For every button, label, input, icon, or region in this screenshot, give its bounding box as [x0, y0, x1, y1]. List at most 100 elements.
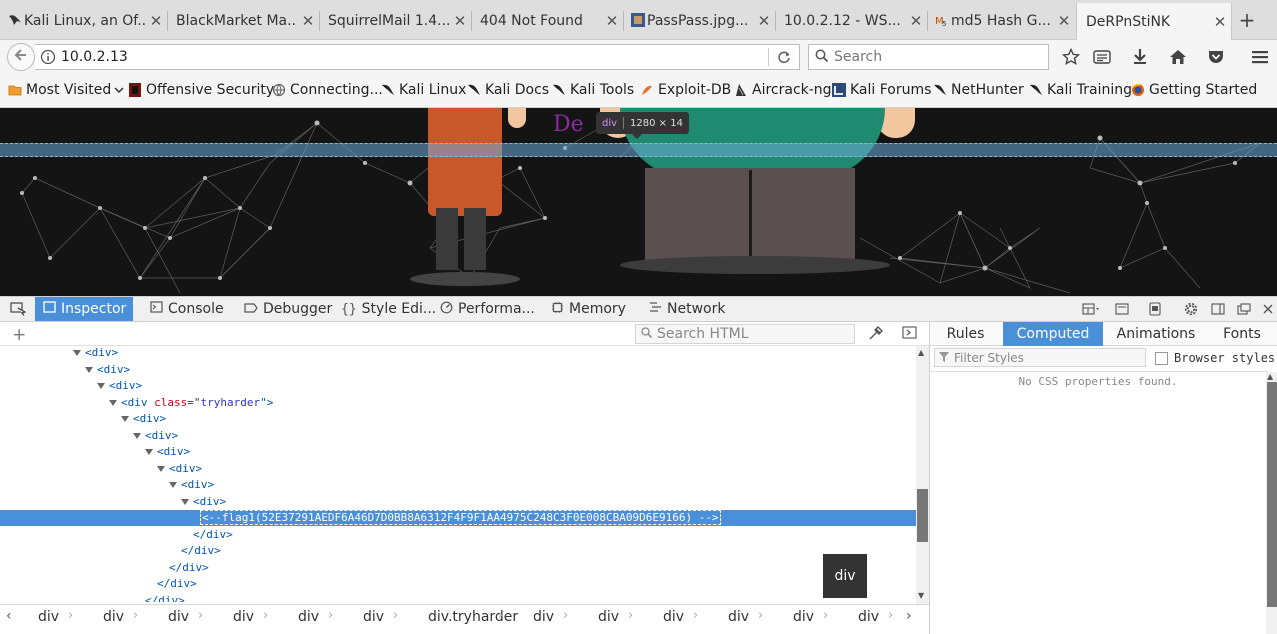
tab-debugger[interactable]: Debugger [244, 297, 332, 321]
scroll-up-icon[interactable]: ▲ [918, 348, 924, 357]
close-icon[interactable]: ✕ [753, 12, 775, 30]
tab-console[interactable]: Console [150, 297, 224, 321]
tab-fonts[interactable]: Fonts [1206, 322, 1277, 346]
breadcrumb-item[interactable]: div [858, 609, 879, 625]
bookmark-kali-docs[interactable]: Kali Docs [467, 82, 549, 98]
expand-toggle-icon[interactable] [97, 383, 105, 389]
tab-animations[interactable]: Animations [1106, 322, 1206, 346]
bookmark-offensive-security[interactable]: Offensive Security [128, 82, 274, 98]
close-devtools-icon[interactable] [1259, 297, 1277, 321]
close-icon[interactable]: ✕ [1209, 13, 1231, 31]
filter-styles-input[interactable]: Filter Styles [934, 348, 1146, 367]
scrollbar-thumb[interactable] [1267, 382, 1277, 607]
expand-toggle-icon[interactable] [145, 449, 153, 455]
tab-computed[interactable]: Computed [1003, 322, 1103, 346]
breadcrumb-item[interactable]: div [168, 609, 189, 625]
bookmark-getting-started[interactable]: Getting Started [1131, 82, 1257, 98]
expand-toggle-icon[interactable] [181, 498, 189, 505]
screenshot-icon[interactable] [1146, 297, 1164, 321]
responsive-icon[interactable] [1112, 297, 1132, 321]
undock-icon[interactable] [1235, 297, 1253, 321]
close-icon[interactable]: ✕ [601, 12, 623, 30]
breadcrumb-item[interactable]: div [598, 609, 619, 625]
tree-node[interactable]: </div> [157, 576, 197, 592]
bookmark-connecting[interactable]: Connecting... [272, 82, 383, 98]
bookmark-most-visited[interactable]: Most Visited [8, 82, 124, 98]
search-html-input[interactable]: Search HTML [635, 324, 855, 344]
pick-element-icon[interactable] [6, 297, 30, 321]
bookmark-aircrack[interactable]: Aircrack-ng [734, 82, 832, 98]
bookmark-nethunter[interactable]: NetHunter [933, 82, 1024, 98]
tab-network[interactable]: Network [649, 297, 725, 321]
tree-node[interactable]: <div> [157, 461, 202, 477]
bookmark-kali-forums[interactable]: Kali Forums [832, 82, 931, 98]
tree-node-selected[interactable]: <--flag1(52E37291AEDF6A46D7D0BB8A6312F4F… [0, 510, 916, 526]
settings-gear-icon[interactable] [1182, 297, 1200, 321]
info-icon[interactable] [35, 49, 61, 65]
tab-memory[interactable]: Memory [551, 297, 626, 321]
pocket-icon[interactable] [1204, 46, 1228, 68]
back-button[interactable] [7, 43, 35, 71]
scroll-down-icon[interactable]: ▼ [918, 591, 924, 600]
breadcrumb-item[interactable]: div.tryharder [428, 609, 518, 625]
sidebar-scrollbar[interactable]: ▲ [1266, 372, 1277, 634]
bookmark-kali-training[interactable]: Kali Training [1029, 82, 1132, 98]
dock-side-icon[interactable] [1209, 297, 1227, 321]
expand-toggle-icon[interactable] [133, 432, 141, 439]
close-icon[interactable]: ✕ [449, 12, 471, 30]
bookmark-exploit-db[interactable]: Exploit-DB [640, 82, 731, 98]
tree-node[interactable]: <div> [181, 494, 226, 510]
expand-toggle-icon[interactable] [73, 350, 81, 356]
close-icon[interactable]: ✕ [1053, 12, 1075, 30]
tab-inspector[interactable]: Inspector [35, 297, 133, 321]
new-tab-button[interactable]: + [1236, 8, 1258, 32]
expand-toggle-icon[interactable] [157, 465, 165, 472]
tree-node[interactable]: </div> [193, 527, 233, 543]
expand-toggle-icon[interactable] [109, 399, 117, 406]
breadcrumb-item[interactable]: div [233, 609, 254, 625]
reload-icon[interactable] [769, 50, 799, 64]
bookmark-kali-tools[interactable]: Kali Tools [552, 82, 634, 98]
breadcrumb-prev-icon[interactable]: ‹ [6, 608, 12, 624]
markup-scrollbar[interactable]: ▲ ▼ [916, 346, 929, 604]
breadcrumb-item[interactable]: div [363, 609, 384, 625]
scroll-up-icon[interactable]: ▲ [1267, 372, 1273, 381]
expand-toggle-icon[interactable] [169, 482, 177, 488]
tree-node[interactable]: <div> [145, 444, 190, 460]
home-icon[interactable] [1166, 46, 1190, 68]
tab-derpnstink[interactable]: DeRPnStiNK ✕ [1076, 3, 1232, 41]
tree-node[interactable]: <div> [97, 378, 142, 394]
tab-404[interactable]: 404 Not Found ✕ [471, 4, 623, 37]
tree-node[interactable]: <div> [73, 345, 118, 361]
tree-node[interactable]: <div class="tryharder"> [109, 395, 273, 411]
eyedropper-icon[interactable] [868, 326, 883, 345]
tab-performance[interactable]: Performa... [440, 297, 535, 321]
expand-toggle-icon[interactable] [85, 366, 93, 373]
tab-passpass[interactable]: PassPass.jpg... ✕ [623, 4, 775, 37]
tree-node[interactable]: <div> [133, 428, 178, 444]
search-field[interactable]: Search [808, 44, 1049, 70]
breadcrumb-item[interactable]: div [298, 609, 319, 625]
expand-toggle-icon[interactable] [121, 416, 129, 422]
frame-select-icon[interactable] [1080, 297, 1104, 321]
tree-node[interactable]: <div> [121, 411, 166, 427]
breadcrumb-item[interactable]: div [793, 609, 814, 625]
url-text[interactable]: 10.0.2.13 [61, 49, 768, 65]
url-bar[interactable]: 10.0.2.13 [35, 44, 800, 70]
tree-node[interactable]: <div> [85, 362, 130, 378]
browser-styles-checkbox[interactable] [1155, 351, 1168, 365]
add-node-icon[interactable]: + [12, 325, 26, 345]
breadcrumb-item[interactable]: div [38, 609, 59, 625]
reading-list-icon[interactable] [1090, 46, 1114, 68]
tab-wordpress[interactable]: 10.0.2.12 - WS... ✕ [775, 4, 927, 37]
breadcrumb-item[interactable]: div [533, 609, 554, 625]
breadcrumb-item[interactable]: div [103, 609, 124, 625]
menu-icon[interactable] [1248, 46, 1272, 68]
scrollbar-thumb[interactable] [917, 489, 928, 542]
breadcrumb-item[interactable]: div [663, 609, 684, 625]
tree-node[interactable]: </div> [145, 593, 185, 603]
tab-rules[interactable]: Rules [930, 322, 1001, 346]
bookmark-kali-linux[interactable]: Kali Linux [381, 82, 466, 98]
breadcrumb-item[interactable]: div [728, 609, 749, 625]
breadcrumb-next-icon[interactable]: › [906, 608, 912, 624]
